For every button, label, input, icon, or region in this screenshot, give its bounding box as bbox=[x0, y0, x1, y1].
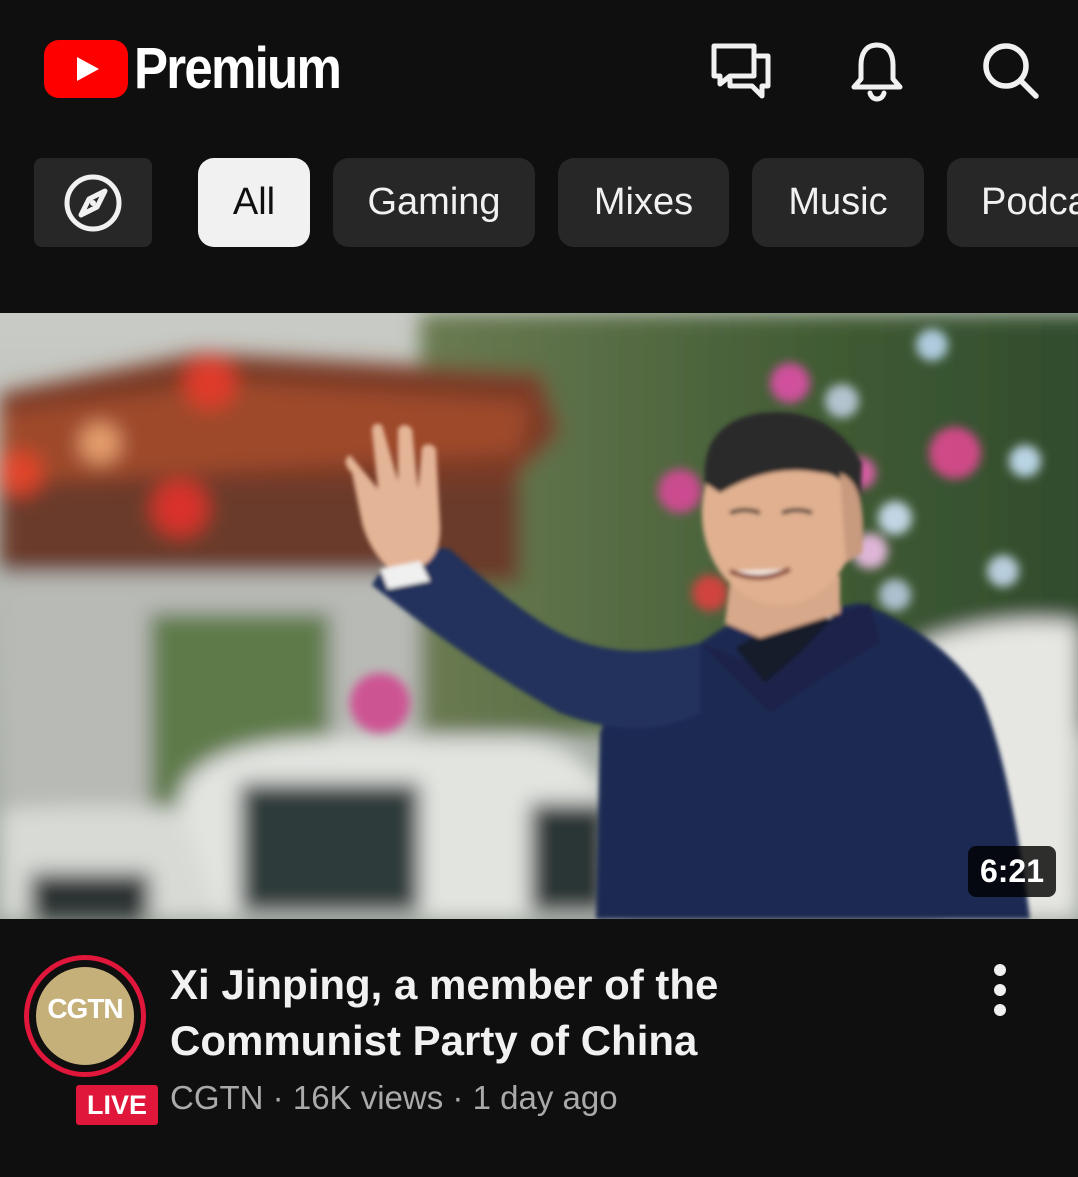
video-thumbnail[interactable]: 6:21 bbox=[0, 313, 1078, 919]
video-meta-row: CGTN LIVE Xi Jinping, a member of the Co… bbox=[0, 919, 1078, 1177]
video-duration-badge: 6:21 bbox=[967, 845, 1056, 897]
live-badge: LIVE bbox=[73, 1082, 161, 1128]
search-icon[interactable] bbox=[976, 36, 1046, 106]
youtube-play-logo-icon bbox=[44, 40, 128, 98]
channel-logo: CGTN bbox=[47, 993, 123, 1024]
video-metadata: CGTN · 16K views · 1 day ago bbox=[170, 1079, 618, 1117]
cast-icon[interactable] bbox=[706, 36, 776, 106]
top-app-bar: Premium bbox=[0, 0, 1078, 140]
video-title[interactable]: Xi Jinping, a member of the Communist Pa… bbox=[170, 957, 750, 1069]
channel-avatar-image: CGTN bbox=[36, 967, 134, 1065]
channel-name[interactable]: CGTN bbox=[170, 1079, 264, 1116]
more-options-icon[interactable] bbox=[972, 955, 1028, 1025]
thumbnail-image bbox=[0, 313, 1078, 919]
explore-button[interactable] bbox=[34, 158, 152, 247]
youtube-home-screen: Premium All Gaming Mixes Music Podca 6:2… bbox=[0, 0, 1078, 1177]
chip-podcasts[interactable]: Podca bbox=[947, 158, 1078, 247]
meta-separator: · bbox=[452, 1079, 464, 1116]
channel-avatar[interactable]: CGTN LIVE bbox=[24, 955, 161, 1128]
chip-mixes[interactable]: Mixes bbox=[558, 158, 729, 247]
chip-gaming[interactable]: Gaming bbox=[333, 158, 535, 247]
bell-icon[interactable] bbox=[842, 36, 912, 106]
chip-all[interactable]: All bbox=[198, 158, 310, 247]
chip-music[interactable]: Music bbox=[752, 158, 924, 247]
filter-chips-bar: All Gaming Mixes Music Podca bbox=[0, 158, 1078, 248]
brand-text: Premium bbox=[134, 36, 342, 101]
view-count: 16K views bbox=[292, 1079, 444, 1116]
upload-age: 1 day ago bbox=[472, 1079, 618, 1116]
meta-separator: · bbox=[272, 1079, 284, 1116]
youtube-premium-logo[interactable]: Premium bbox=[44, 40, 368, 98]
compass-icon bbox=[64, 174, 122, 231]
